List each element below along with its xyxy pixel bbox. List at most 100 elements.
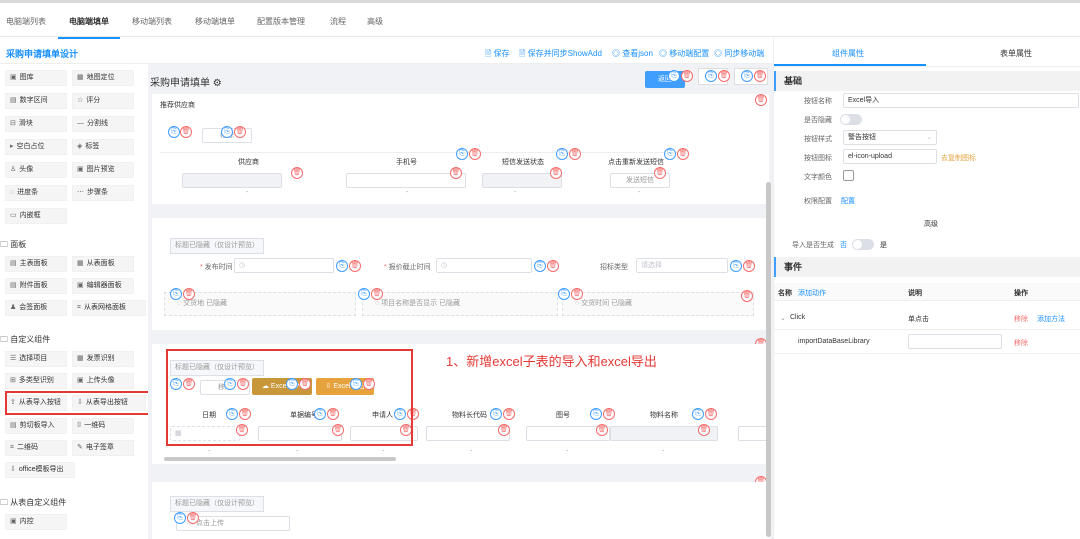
tab-mobile-form[interactable]: 移动端填单 bbox=[195, 16, 235, 27]
phone-input[interactable] bbox=[346, 173, 466, 188]
palette-barcode[interactable]: ⌷ 一维码 bbox=[72, 418, 134, 434]
delete-icon[interactable]: 🗑 bbox=[743, 260, 755, 272]
palette-qrcode[interactable]: ⌗ 二维码 bbox=[5, 440, 67, 456]
delete-icon[interactable]: 🗑 bbox=[603, 408, 615, 420]
copy-icon[interactable]: ⎘ bbox=[358, 288, 370, 300]
yes-option[interactable]: 是 bbox=[880, 240, 887, 250]
vertical-scrollbar[interactable] bbox=[766, 182, 771, 537]
chevron-down-icon[interactable]: ⌄ bbox=[780, 314, 786, 322]
palette-image-preview[interactable]: ▣ 图片预览 bbox=[72, 162, 134, 178]
palette-blank[interactable]: ▸ 空白占位 bbox=[5, 139, 67, 155]
next-col-input[interactable] bbox=[738, 426, 768, 441]
copy-icon[interactable]: ⎘ bbox=[534, 260, 546, 272]
delete-icon[interactable]: 🗑 bbox=[596, 424, 608, 436]
copy-icon[interactable]: ⎘ bbox=[730, 260, 742, 272]
deadline-input[interactable]: ◷ bbox=[436, 258, 532, 273]
delete-icon[interactable]: 🗑 bbox=[234, 126, 246, 138]
delete-icon[interactable]: 🗑 bbox=[371, 288, 383, 300]
copy-icon[interactable]: ⎘ bbox=[174, 512, 186, 524]
import-gen-toggle[interactable] bbox=[852, 239, 874, 250]
supplier-input[interactable] bbox=[182, 173, 282, 188]
delete-icon[interactable]: 🗑 bbox=[677, 148, 689, 160]
palette-iframe[interactable]: ▭ 内嵌框 bbox=[5, 208, 67, 224]
delete-icon[interactable]: 🗑 bbox=[681, 70, 693, 82]
copy-icon[interactable]: ⎘ bbox=[456, 148, 468, 160]
palette-gallery[interactable]: ▣ 图库 bbox=[5, 70, 67, 86]
delete-icon[interactable]: 🗑 bbox=[498, 424, 510, 436]
tab-flow[interactable]: 流程 bbox=[330, 16, 346, 27]
palette-sub-panel[interactable]: ▦ 从表面板 bbox=[72, 256, 134, 272]
palette-invoice[interactable]: ▦ 发票识别 bbox=[72, 351, 134, 367]
palette-editor-panel[interactable]: ▣ 编辑器面板 bbox=[72, 278, 134, 294]
palette-attachment-panel[interactable]: ▤ 附件面板 bbox=[5, 278, 67, 294]
palette-progress[interactable]: ◌ 进度条 bbox=[5, 185, 67, 201]
palette-office-export[interactable]: ⇩ office模板导出 bbox=[5, 462, 75, 478]
copy-icon[interactable]: ⎘ bbox=[692, 408, 704, 420]
save-sync-button[interactable]: 🗎 保存并同步ShowAdd bbox=[519, 48, 602, 62]
delete-icon[interactable]: 🗑 bbox=[180, 126, 192, 138]
copy-icon[interactable]: ⎘ bbox=[168, 126, 180, 138]
delete-icon[interactable]: 🗑 bbox=[718, 70, 730, 82]
palette-select-project[interactable]: ☰ 选择项目 bbox=[5, 351, 67, 367]
palette-rate[interactable]: ☆ 评分 bbox=[72, 93, 134, 109]
tab-form-props[interactable]: 表单属性 bbox=[1000, 48, 1032, 59]
bid-type-select[interactable]: 请选择 bbox=[636, 258, 728, 273]
view-json-button[interactable]: ◎ 查看json bbox=[612, 48, 653, 59]
delete-icon[interactable]: 🗑 bbox=[547, 260, 559, 272]
hidden-field[interactable]: ◌ 项目名称是否显示 已隐藏 bbox=[362, 292, 558, 316]
tab-version[interactable]: 配置版本管理 bbox=[257, 16, 305, 27]
mobile-config-button[interactable]: ◎ 移动端配置 bbox=[659, 48, 709, 59]
publish-time-input[interactable]: ◷ bbox=[234, 258, 334, 273]
color-picker[interactable] bbox=[843, 170, 854, 181]
settings-icon[interactable]: ⚙ bbox=[213, 78, 222, 89]
hidden-toggle[interactable] bbox=[840, 114, 862, 125]
delete-icon[interactable]: 🗑 bbox=[450, 167, 462, 179]
palette-main-panel[interactable]: ▤ 主表面板 bbox=[5, 256, 67, 272]
palette-avatar[interactable]: ♙ 头像 bbox=[5, 162, 67, 178]
copy-icon[interactable]: ⎘ bbox=[668, 70, 680, 82]
palette-number-range[interactable]: ▤ 数字区间 bbox=[5, 93, 67, 109]
delete-icon[interactable]: 🗑 bbox=[654, 167, 666, 179]
perm-config-link[interactable]: 配置 bbox=[841, 196, 855, 206]
palette-sign-panel[interactable]: ♟ 会签面板 bbox=[5, 300, 67, 316]
tab-component-props[interactable]: 组件属性 bbox=[832, 48, 864, 59]
tab-advanced[interactable]: 高级 bbox=[367, 16, 383, 27]
palette-map[interactable]: ▦ 地图定位 bbox=[72, 70, 134, 86]
btn-icon-input[interactable]: el-icon-upload bbox=[843, 149, 937, 164]
delete-icon[interactable]: 🗑 bbox=[755, 94, 767, 106]
palette-tag[interactable]: ◈ 标签 bbox=[72, 139, 134, 155]
tab-mobile-list[interactable]: 移动端列表 bbox=[132, 16, 172, 27]
btn-name-input[interactable]: Excel导入 bbox=[843, 93, 1079, 108]
delete-icon[interactable]: 🗑 bbox=[291, 167, 303, 179]
copy-icon[interactable]: ⎘ bbox=[336, 260, 348, 272]
copy-icon[interactable]: ⎘ bbox=[590, 408, 602, 420]
tab-pc-list[interactable]: 电脑端列表 bbox=[6, 16, 46, 27]
add-method-link[interactable]: 添加方法 bbox=[1037, 314, 1065, 324]
palette-multi-recognize[interactable]: ⊞ 多类型识别 bbox=[5, 373, 67, 389]
copy-icon-link[interactable]: 去复制图标 bbox=[941, 153, 976, 163]
delete-icon[interactable]: 🗑 bbox=[550, 167, 562, 179]
delete-icon[interactable]: 🗑 bbox=[469, 148, 481, 160]
delete-icon[interactable]: 🗑 bbox=[754, 70, 766, 82]
event-desc-input[interactable] bbox=[908, 334, 1002, 349]
delete-icon[interactable]: 🗑 bbox=[698, 424, 710, 436]
copy-icon[interactable]: ⎘ bbox=[170, 288, 182, 300]
delete-icon[interactable]: 🗑 bbox=[183, 288, 195, 300]
palette-slider[interactable]: ⊟ 滑块 bbox=[5, 116, 67, 132]
palette-e-seal[interactable]: ✎ 电子签章 bbox=[72, 440, 134, 456]
sync-mobile-button[interactable]: ◎ 同步移动端 bbox=[714, 48, 764, 59]
palette-grid-panel[interactable]: ⌗ 从表网格面板 bbox=[72, 300, 146, 316]
copy-icon[interactable]: ⎘ bbox=[490, 408, 502, 420]
palette-clipboard-import[interactable]: ▤ 剪切板导入 bbox=[5, 418, 67, 434]
copy-icon[interactable]: ⎘ bbox=[556, 148, 568, 160]
palette-internal-control[interactable]: ▣ 内控 bbox=[5, 514, 67, 530]
delete-icon[interactable]: 🗑 bbox=[503, 408, 515, 420]
copy-icon[interactable]: ⎘ bbox=[664, 148, 676, 160]
copy-icon[interactable]: ⎘ bbox=[558, 288, 570, 300]
delete-icon[interactable]: 🗑 bbox=[571, 288, 583, 300]
horizontal-scrollbar[interactable] bbox=[164, 457, 396, 461]
save-button[interactable]: 🗎 保存 bbox=[485, 48, 510, 62]
remove-event-link[interactable]: 移除 bbox=[1014, 338, 1028, 348]
no-option[interactable]: 否 bbox=[840, 240, 847, 250]
delete-icon[interactable]: 🗑 bbox=[569, 148, 581, 160]
